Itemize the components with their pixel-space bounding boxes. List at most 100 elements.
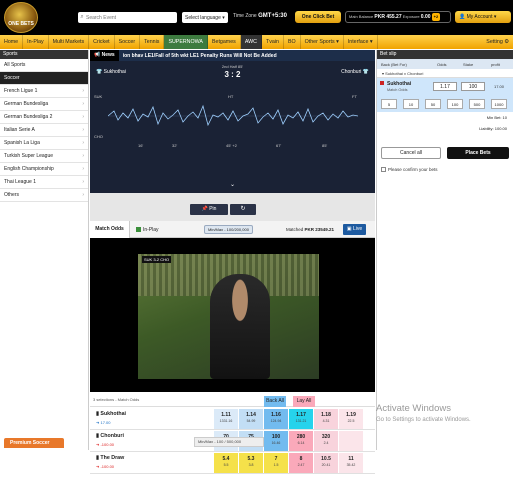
place-bets-button[interactable]: Place Bets [447, 147, 509, 159]
confirm-bets-option[interactable]: Please confirm your bets [381, 167, 438, 173]
one-click-bet-button[interactable]: One Click Bet [295, 11, 341, 23]
sidebar-item-german-bundesliga[interactable]: German Bundesliga › [0, 98, 88, 111]
back-cell[interactable]: 5.3 3.8 [239, 453, 263, 473]
quick-stake-button[interactable]: 5 [381, 99, 397, 109]
search-box[interactable]: ⌕ [78, 12, 177, 23]
lay-cell[interactable]: 320 2.4 [314, 431, 338, 451]
search-input[interactable] [86, 14, 174, 21]
cancel-all-button[interactable]: Cancel all [381, 147, 441, 159]
premium-soccer-tab[interactable]: Premium Soccer [4, 438, 64, 448]
sidebar-item-german-bundesliga-2[interactable]: German Bundesliga 2 › [0, 111, 88, 124]
sidebar-item-current-soccer[interactable]: Soccer [0, 72, 88, 85]
news-ticker: 📢 News ion bhav LE1/Fall of 5th wkt LE1 … [90, 50, 375, 61]
price: 5.4 [222, 456, 230, 462]
lay-cell[interactable]: 1.19 22.5 [339, 409, 363, 429]
minute-label: 85' [322, 143, 328, 148]
back-cell-best[interactable]: 7 1.5 [264, 453, 288, 473]
lay-cell-best[interactable]: 280 6.14 [289, 431, 313, 451]
back-cell[interactable]: 1.11 1331.16 [214, 409, 238, 429]
lay-cell[interactable]: 10.5 20.41 [314, 453, 338, 473]
nav-interface[interactable]: Interface ▾ [344, 35, 378, 49]
my-account-button[interactable]: 👤 My Account ▾ [455, 11, 511, 23]
stake-input[interactable]: 100 [461, 82, 485, 91]
sidebar-item-english-championship[interactable]: English Championship › [0, 163, 88, 176]
nav-bo[interactable]: BO [284, 35, 301, 49]
live-label: Live [352, 226, 363, 232]
live-video[interactable]: SUK 3-2 CHO [90, 238, 375, 392]
chart-icon: ▮ [96, 433, 99, 439]
runner-position-value: -100.00 [100, 464, 115, 469]
price: 5.3 [247, 456, 255, 462]
sidebar-item-french-ligue-1[interactable]: French Ligue 1 › [0, 85, 88, 98]
sidebar-item-spanish-la-liga[interactable]: Spanish La Liga › [0, 137, 88, 150]
sidebar-item-label: German Bundesliga [4, 101, 49, 107]
chart-icon: ▮ [96, 411, 99, 417]
chevron-down-icon[interactable]: ⌄ [230, 181, 235, 188]
quick-stake-button[interactable]: 10 [403, 99, 419, 109]
nav-tennis[interactable]: Tennis [140, 35, 165, 49]
size: 1331.16 [219, 419, 233, 423]
runner-position-value: 17.00 [100, 420, 111, 425]
nav-awc[interactable]: AWC [240, 35, 262, 49]
price: 1.18 [321, 412, 331, 418]
sidebar-item-label: English Championship [4, 166, 54, 172]
nav-cricket[interactable]: Cricket [89, 35, 115, 49]
lay-all-button[interactable]: Lay All [293, 396, 315, 407]
price: 320 [321, 434, 331, 440]
bet-slip-header: Bet slip [377, 50, 513, 59]
runner-name-text: The Draw [100, 455, 125, 461]
match-period: 2nd Half 85' [221, 64, 244, 69]
back-cell-best[interactable]: 100 16.46 [264, 431, 288, 451]
nav-other-sports[interactable]: Other Sports ▾ [301, 35, 344, 49]
sidebar-item-label: Others [4, 192, 20, 198]
home-short: SUK [94, 94, 103, 99]
lay-cell[interactable] [339, 431, 363, 451]
sidebar-item-others[interactable]: Others › [0, 189, 88, 202]
remove-bet-icon[interactable] [380, 81, 384, 85]
quick-stake-button[interactable]: 50 [425, 99, 441, 109]
quick-stake-button[interactable]: 1000 [491, 99, 507, 109]
balance-box[interactable]: Main Balance PKR 455.27 Exposure 0.00 +2 [345, 11, 451, 23]
tv-icon: ▣ [346, 226, 352, 232]
back-cell-best[interactable]: 1.16 124.94 [264, 409, 288, 429]
quick-stake-button[interactable]: 100 [447, 99, 463, 109]
lay-cell-best[interactable]: 8 2.47 [289, 453, 313, 473]
sidebar-item-all-sports[interactable]: All Sports [0, 59, 88, 72]
nav-tvain[interactable]: Tvain [262, 35, 284, 49]
nav-supernowa[interactable]: SUPERNOWA [164, 35, 208, 49]
refresh-button[interactable]: ↻ [230, 204, 256, 215]
sidebar-item-turkish-super-league[interactable]: Turkish Super League › [0, 150, 88, 163]
lay-cell[interactable]: 11 35.42 [339, 453, 363, 473]
nav-home[interactable]: Home [0, 35, 24, 49]
runner-name: ▮ Sukhothai [96, 411, 126, 417]
language-select[interactable]: Select language ▾ [182, 12, 228, 23]
tab-match-odds[interactable]: Match Odds [90, 221, 130, 238]
chart-icon: ▮ [96, 455, 99, 461]
col-back: Back (Bet For) [381, 62, 407, 67]
sidebar-item-label: Thai League 1 [4, 179, 36, 185]
min-bet: Min Bet: 10 [486, 115, 507, 120]
quick-stake-button[interactable]: 500 [469, 99, 485, 109]
nav-inplay[interactable]: In-Play [23, 35, 49, 49]
balance-plus-badge[interactable]: +2 [431, 13, 441, 21]
lay-cell-best[interactable]: 1.17 131.21 [289, 409, 313, 429]
sidebar-item-thai-league-1[interactable]: Thai League 1 › [0, 176, 88, 189]
live-button[interactable]: ▣ Live [343, 224, 366, 235]
back-all-button[interactable]: Back All [264, 396, 286, 407]
brand-logo[interactable]: ONE BETS [4, 2, 38, 33]
back-cell[interactable]: 5.4 5.5 [214, 453, 238, 473]
odds-input[interactable]: 1.17 [433, 82, 457, 91]
sidebar-item-italian-serie-a[interactable]: Italian Serie A › [0, 124, 88, 137]
setting-button[interactable]: Setting ⚙ [486, 35, 509, 49]
back-cell[interactable]: 1.14 54.99 [239, 409, 263, 429]
chevron-right-icon: › [82, 179, 84, 185]
nav-multi-markets[interactable]: Multi Markets [49, 35, 90, 49]
runner-position: ➜ -100.00 [96, 442, 115, 447]
chevron-right-icon: › [82, 192, 84, 198]
pin-button[interactable]: 📌 Pin [190, 204, 228, 215]
confirm-checkbox[interactable] [381, 167, 386, 173]
lay-cell[interactable]: 1.18 4.31 [314, 409, 338, 429]
nav-betgames[interactable]: Betgames [208, 35, 241, 49]
minute-label: 67' [276, 143, 282, 148]
nav-soccer[interactable]: Soccer [115, 35, 141, 49]
